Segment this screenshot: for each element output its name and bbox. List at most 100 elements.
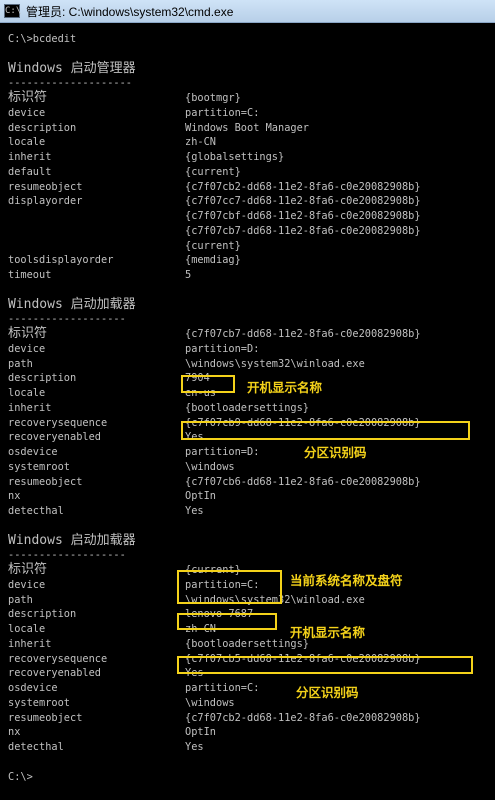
- row-key: inherit: [8, 401, 52, 414]
- row-key: systemroot: [8, 696, 70, 709]
- row-key: device: [8, 342, 46, 355]
- kv-row: nx OptIn: [8, 725, 495, 740]
- row-key: inherit: [8, 637, 52, 650]
- kv-row: device partition=C:: [8, 106, 495, 121]
- row-value: 5: [185, 269, 192, 281]
- kv-row: 标识符 {bootmgr}: [8, 90, 495, 106]
- row-value: zh-CN: [185, 136, 216, 149]
- row-key: 标识符: [8, 326, 48, 341]
- row-value: Yes: [185, 431, 204, 444]
- kv-row: path \windows\system32\winload.exe: [8, 593, 495, 608]
- section-header-loader-2: Windows 启动加载器: [8, 532, 136, 548]
- row-key: osdevice: [8, 682, 58, 694]
- row-value: zh-CN: [185, 623, 216, 635]
- row-value: \windows\system32\winload.exe: [185, 357, 365, 370]
- row-key: recoverysequence: [8, 416, 108, 429]
- row-value: {bootloadersettings}: [185, 401, 309, 414]
- kv-row: 标识符 {current}: [8, 562, 495, 578]
- kv-row: locale zh-CN: [8, 622, 495, 637]
- row-value: Yes: [185, 667, 204, 680]
- kv-row: device partition=C:: [8, 578, 495, 593]
- row-key: locale: [8, 623, 46, 635]
- row-value: partition=D:: [185, 342, 260, 355]
- row-value: {c7f07cb9-dd68-11e2-8fa6-c0e20082908b}: [185, 416, 421, 429]
- kv-row: {c7f07cb7-dd68-11e2-8fa6-c0e20082908b}: [8, 224, 495, 239]
- row-value: {c7f07cb7-dd68-11e2-8fa6-c0e20082908b}: [185, 224, 421, 237]
- row-key: systemroot: [8, 460, 70, 473]
- row-value: {current}: [185, 239, 241, 252]
- row-value: partition=C:: [185, 578, 260, 591]
- row-value: \windows: [185, 460, 235, 473]
- kv-row: detecthal Yes: [8, 740, 495, 755]
- row-key: 标识符: [8, 90, 48, 105]
- annotation-current-system: 当前系统名称及盘符: [290, 573, 403, 588]
- kv-row: path \windows\system32\winload.exe: [8, 357, 495, 372]
- row-value: {c7f07cbf-dd68-11e2-8fa6-c0e20082908b}: [185, 210, 421, 222]
- row-value: en-us: [185, 387, 216, 399]
- annotation-partition-id-2: 分区识别码: [296, 685, 359, 700]
- row-key: resumeobject: [8, 180, 83, 193]
- kv-row: systemroot \windows: [8, 696, 495, 711]
- kv-row: resumeobject {c7f07cb2-dd68-11e2-8fa6-c0e…: [8, 711, 495, 726]
- row-value: {current}: [185, 564, 241, 576]
- kv-row: inherit {bootloadersettings}: [8, 401, 495, 416]
- row-key: default: [8, 165, 52, 178]
- section-divider: -------------------: [8, 549, 126, 562]
- kv-row: detecthal Yes: [8, 504, 495, 519]
- row-value: {current}: [185, 165, 241, 178]
- kv-row: recoverysequence {c7f07cb9-dd68-11e2-8fa6…: [8, 416, 495, 431]
- kv-row: osdevice partition=D:: [8, 445, 495, 460]
- section-divider: -------------------: [8, 313, 126, 326]
- row-key: timeout: [8, 269, 52, 281]
- kv-row: displayorder {c7f07cc7-dd68-11e2-8fa6-c0e…: [8, 194, 495, 209]
- row-value: \windows\system32\winload.exe: [185, 593, 365, 606]
- kv-row: inherit {bootloadersettings}: [8, 637, 495, 652]
- row-key: resumeobject: [8, 475, 83, 488]
- row-value: OptIn: [185, 726, 216, 739]
- annotation-boot-display-name-2: 开机显示名称: [290, 625, 366, 640]
- title-bar[interactable]: C:\ 管理员: C:\windows\system32\cmd.exe: [0, 0, 495, 23]
- kv-row: {current}: [8, 239, 495, 254]
- row-value: Yes: [185, 741, 204, 753]
- row-key: description: [8, 121, 77, 134]
- final-prompt[interactable]: C:\>: [8, 770, 495, 785]
- row-key: osdevice: [8, 446, 58, 458]
- kv-row: inherit {globalsettings}: [8, 150, 495, 165]
- row-key: detecthal: [8, 505, 64, 517]
- console-output[interactable]: C:\>bcdedit Windows 启动管理器 --------------…: [8, 32, 495, 784]
- annotation-partition-id-1: 分区识别码: [304, 445, 367, 460]
- row-key: displayorder: [8, 195, 83, 208]
- cmd-icon: C:\: [4, 4, 22, 18]
- row-value: {memdiag}: [185, 254, 241, 267]
- kv-row: resumeobject {c7f07cb2-dd68-11e2-8fa6-c0e…: [8, 180, 495, 195]
- row-value: partition=C:: [185, 106, 260, 119]
- row-key: detecthal: [8, 741, 64, 753]
- row-key: recoveryenabled: [8, 431, 101, 444]
- kv-row: recoveryenabled Yes: [8, 666, 495, 681]
- row-key: path: [8, 357, 33, 370]
- row-key: toolsdisplayorder: [8, 254, 114, 267]
- row-key: device: [8, 106, 46, 119]
- prompt-line: C:\>bcdedit: [8, 33, 77, 45]
- kv-row: description Windows Boot Manager: [8, 121, 495, 136]
- kv-row: default {current}: [8, 165, 495, 180]
- row-key: recoverysequence: [8, 652, 108, 665]
- row-key: nx: [8, 726, 21, 739]
- row-key: recoveryenabled: [8, 667, 101, 680]
- row-key: resumeobject: [8, 711, 83, 724]
- row-value: Windows Boot Manager: [185, 121, 309, 134]
- row-value: {c7f07cb5-dd68-11e2-8fa6-c0e20082908b}: [185, 652, 421, 665]
- kv-row: nx OptIn: [8, 489, 495, 504]
- row-value: {c7f07cb7-dd68-11e2-8fa6-c0e20082908b}: [185, 328, 421, 340]
- row-key: device: [8, 578, 46, 591]
- row-value: {globalsettings}: [185, 151, 285, 163]
- kv-row: timeout 5: [8, 268, 495, 283]
- kv-row: recoverysequence {c7f07cb5-dd68-11e2-8fa6…: [8, 652, 495, 667]
- row-value: {c7f07cc7-dd68-11e2-8fa6-c0e20082908b}: [185, 195, 421, 208]
- row-value: 7904: [185, 372, 210, 385]
- row-value: partition=D:: [185, 446, 260, 458]
- row-value: lenovo 7687: [185, 608, 254, 621]
- row-key: path: [8, 593, 33, 606]
- row-key: description: [8, 372, 77, 385]
- row-key: nx: [8, 490, 21, 503]
